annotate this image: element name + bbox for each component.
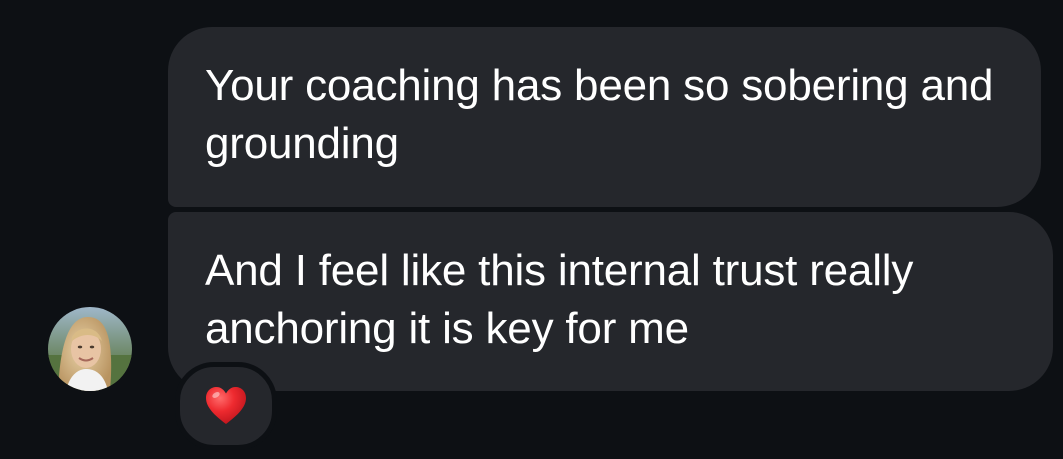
heart-icon (206, 387, 246, 424)
message-text: Your coaching has been so sobering and g… (205, 61, 994, 168)
avatar-photo (48, 307, 132, 391)
message-bubble[interactable]: Your coaching has been so sobering and g… (168, 27, 1041, 207)
avatar[interactable] (48, 307, 132, 391)
reaction-badge[interactable] (175, 362, 277, 450)
message-text: And I feel like this internal trust real… (205, 246, 914, 353)
message-bubble[interactable]: And I feel like this internal trust real… (168, 212, 1053, 391)
